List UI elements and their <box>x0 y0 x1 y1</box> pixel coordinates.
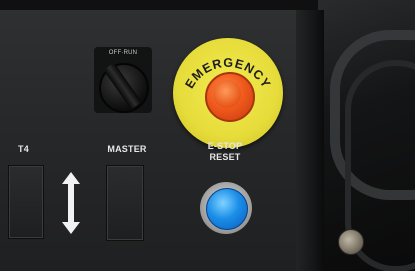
control-panel-photo: OFF·RUN EMERGENCY T4 MASTER E-STOP RESET <box>0 0 415 271</box>
label-master: MASTER <box>107 144 147 154</box>
estop-reset-button[interactable] <box>206 188 248 230</box>
panel-edge <box>296 10 324 271</box>
label-reset: RESET <box>209 152 241 162</box>
master-button[interactable] <box>106 165 144 241</box>
selector-switch-legend: OFF·RUN <box>108 50 138 56</box>
blank-button-left[interactable] <box>8 165 44 239</box>
label-estop-reset: E-STOP RESET <box>185 141 265 163</box>
label-t4: T4 <box>18 144 29 154</box>
background-knob <box>338 229 364 255</box>
up-down-arrow-icon <box>62 172 80 234</box>
emergency-stop-highlight <box>213 80 241 108</box>
label-estop: E-STOP <box>207 141 243 151</box>
